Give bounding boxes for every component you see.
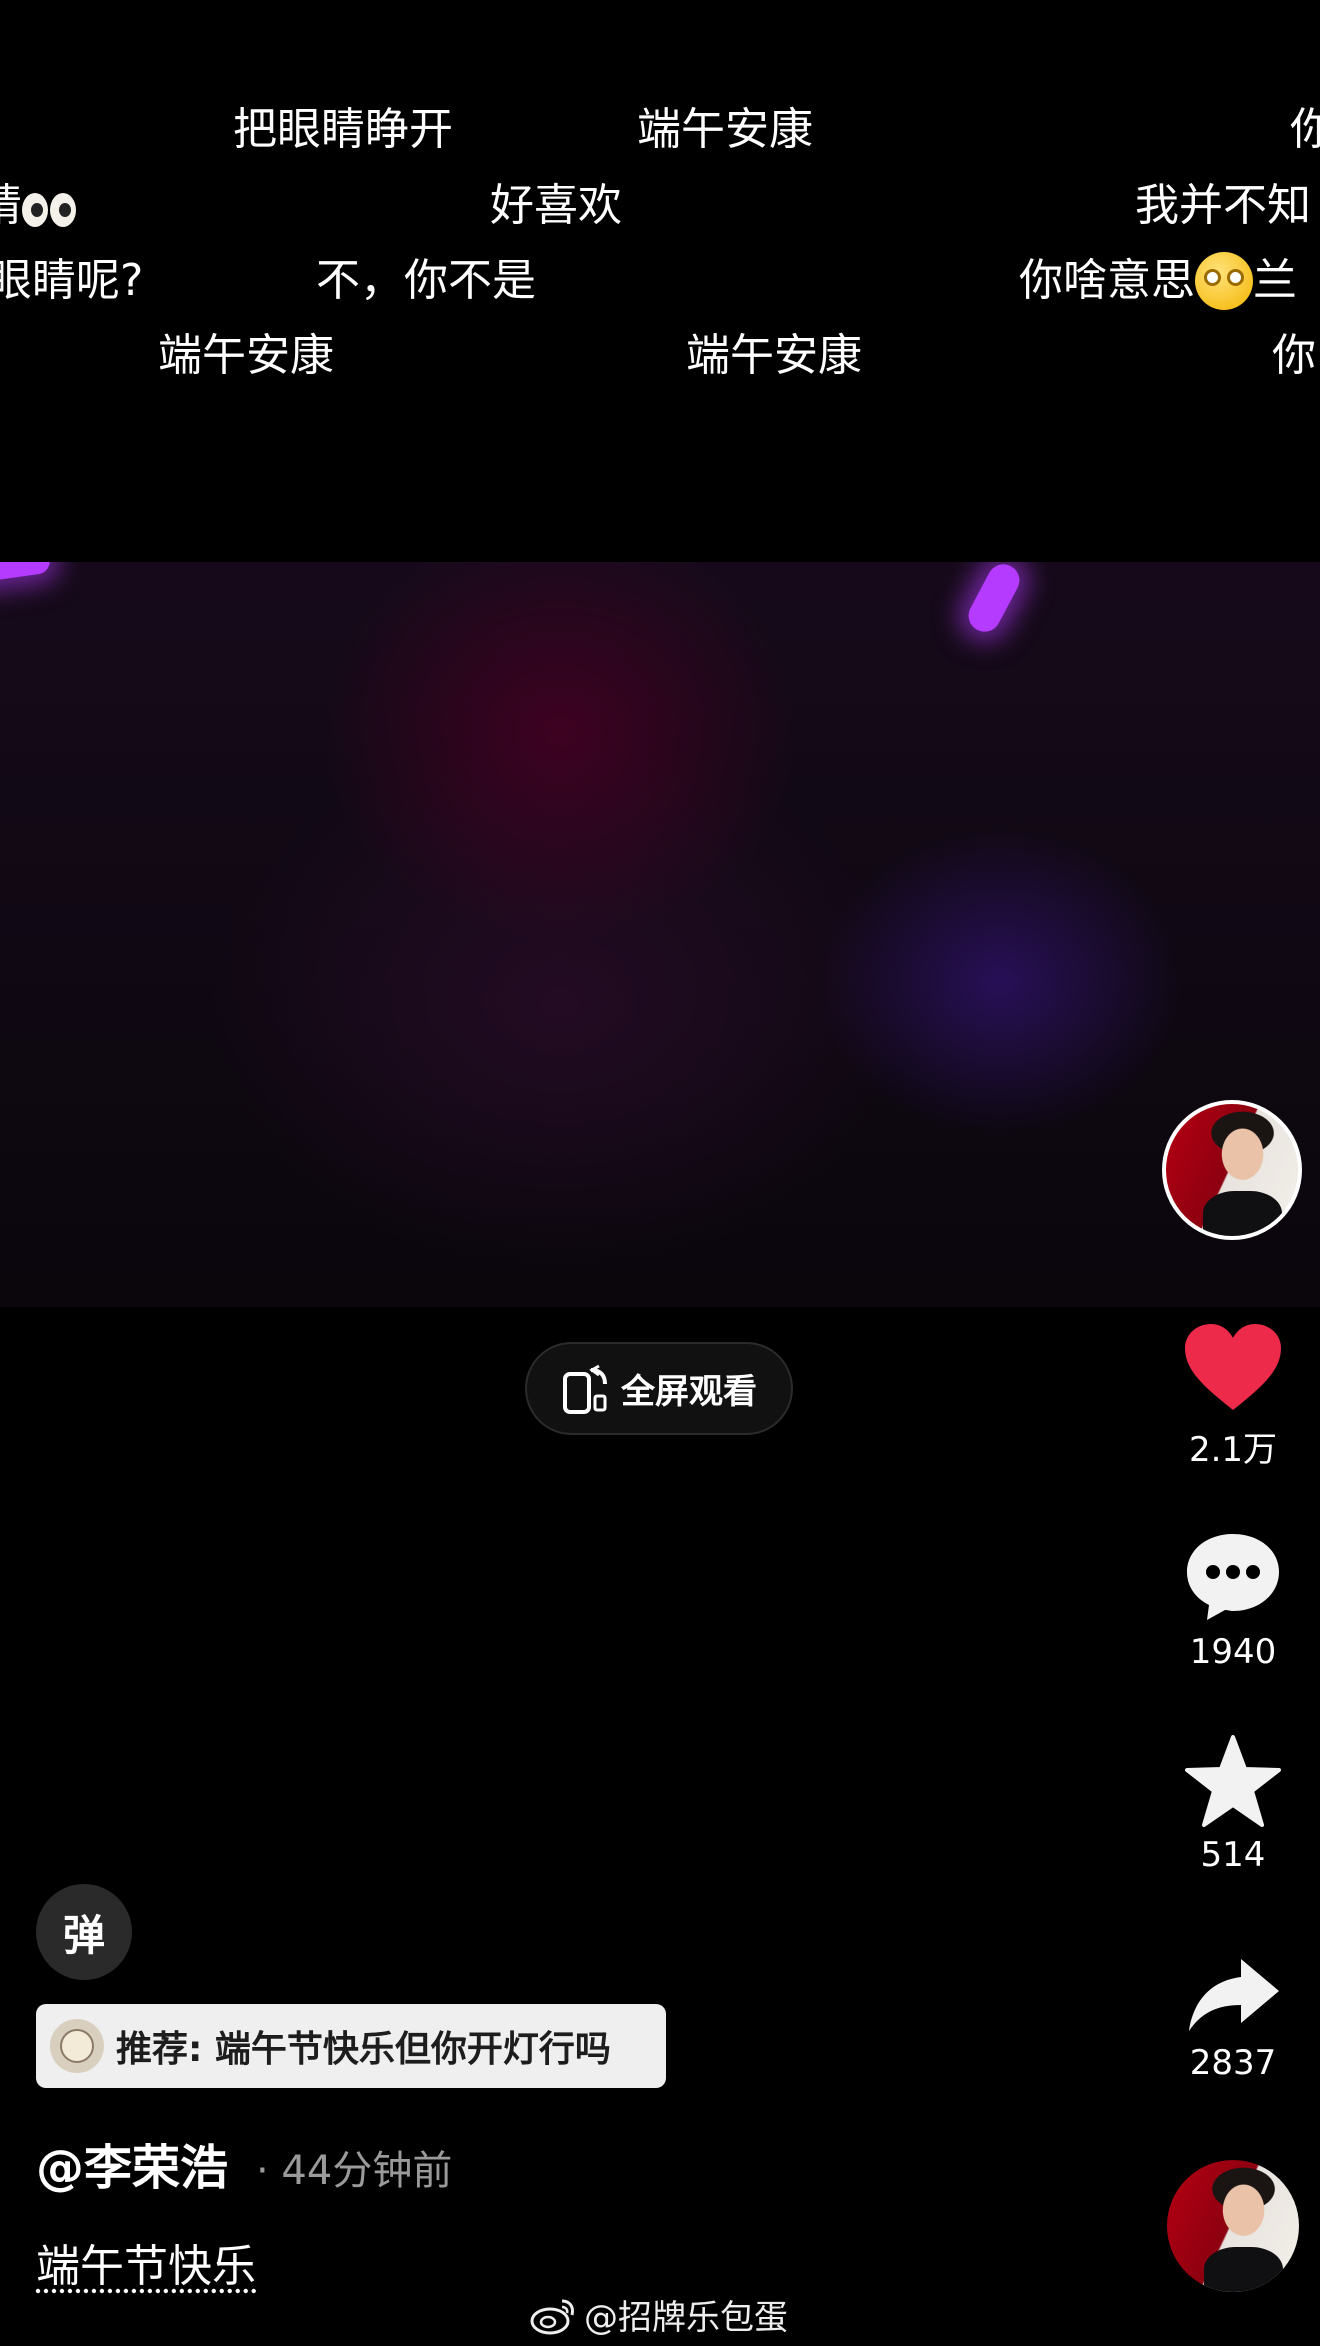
comment-bubble-icon: [1187, 1534, 1279, 1620]
favorite-button[interactable]: 514: [1163, 1735, 1303, 1875]
share-count: 2837: [1189, 2043, 1277, 2083]
eyes-emoji-icon: [22, 186, 78, 230]
neon-light: [962, 562, 1026, 638]
favorite-count: 514: [1200, 1835, 1266, 1875]
star-icon: [1185, 1735, 1281, 1827]
recommend-avatar-icon: [50, 2019, 104, 2073]
danmaku-comment: 端午安康: [637, 104, 813, 155]
fullscreen-label: 全屏观看: [621, 1372, 757, 1412]
danmaku-comment: 不，你不是: [316, 255, 536, 306]
danmaku-comment: 好喜欢: [490, 180, 622, 231]
danmaku-comment: 你: [1290, 104, 1320, 155]
video-caption[interactable]: 端午节快乐: [36, 2230, 256, 2294]
danmaku-comment: 把眼睛睁开: [233, 104, 453, 155]
like-count: 2.1万: [1188, 1430, 1278, 1470]
recommendation-text: 推荐: 端午节快乐但你开灯行吗: [116, 2029, 611, 2070]
video-player[interactable]: [0, 562, 1320, 1307]
danmaku-comment: 眼睛呢?: [0, 255, 144, 306]
share-button[interactable]: 2837: [1163, 1955, 1303, 2083]
danmaku-comment: 我并不知: [1135, 180, 1311, 231]
danmaku-toggle-button[interactable]: 弹: [36, 1884, 132, 1980]
danmaku-comment: 端午安康: [686, 330, 862, 381]
author-name-link[interactable]: @李荣浩: [36, 2128, 228, 2198]
like-button[interactable]: 2.1万: [1163, 1322, 1303, 1471]
danmaku-comment: 端午安康: [158, 330, 334, 381]
music-disc-avatar[interactable]: [1167, 2160, 1299, 2292]
post-time: · 44分钟前: [256, 2148, 453, 2194]
weibo-logo-icon: [530, 2299, 574, 2334]
neon-light: [0, 562, 52, 584]
share-arrow-icon: [1189, 1959, 1279, 2031]
creator-avatar[interactable]: [1162, 1100, 1302, 1240]
rotate-phone-icon: [561, 1364, 607, 1414]
comment-button[interactable]: 1940: [1163, 1530, 1303, 1672]
weibo-watermark: @招牌乐包蛋: [530, 2290, 788, 2339]
smiley-emoji-icon: [1195, 252, 1253, 310]
fullscreen-button[interactable]: 全屏观看: [525, 1342, 793, 1435]
watermark-text: @招牌乐包蛋: [584, 2298, 788, 2338]
comment-count: 1940: [1189, 1632, 1277, 1672]
danmaku-comment: 你: [1272, 330, 1316, 381]
heart-icon: [1185, 1324, 1281, 1410]
danmaku-comment: 睛: [0, 184, 78, 230]
danmaku-comment: 你啥意思兰: [1019, 252, 1297, 310]
recommendation-bar[interactable]: 推荐: 端午节快乐但你开灯行吗: [36, 2004, 666, 2088]
